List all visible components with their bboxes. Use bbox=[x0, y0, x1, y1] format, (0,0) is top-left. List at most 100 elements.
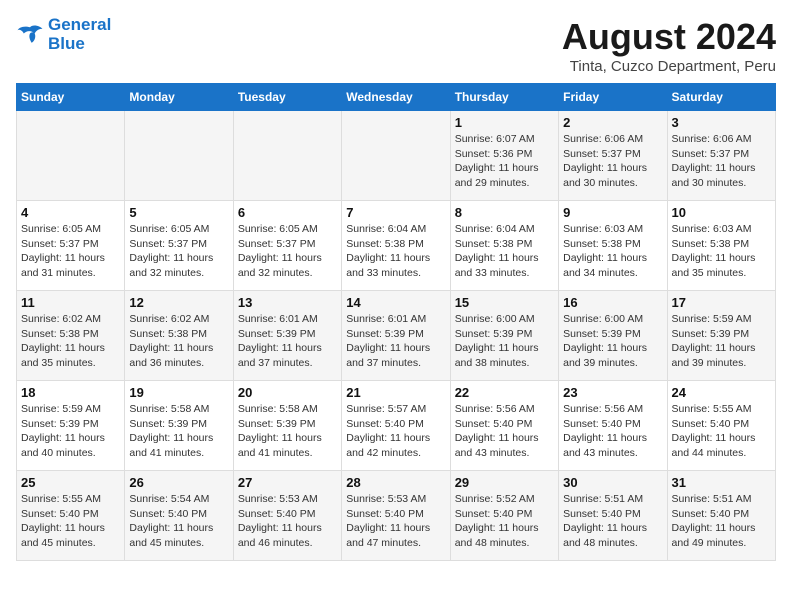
calendar-cell bbox=[342, 111, 450, 201]
calendar-cell: 9 Sunrise: 6:03 AM Sunset: 5:38 PM Daylig… bbox=[559, 201, 667, 291]
day-number: 2 bbox=[563, 115, 662, 130]
day-number: 7 bbox=[346, 205, 445, 220]
week-row-1: 1 Sunrise: 6:07 AM Sunset: 5:36 PM Daylig… bbox=[17, 111, 776, 201]
day-info: Sunrise: 6:03 AM Sunset: 5:38 PM Dayligh… bbox=[672, 222, 771, 281]
day-info: Sunrise: 6:04 AM Sunset: 5:38 PM Dayligh… bbox=[455, 222, 554, 281]
day-info: Sunrise: 5:58 AM Sunset: 5:39 PM Dayligh… bbox=[238, 402, 337, 461]
day-number: 22 bbox=[455, 385, 554, 400]
day-info: Sunrise: 6:04 AM Sunset: 5:38 PM Dayligh… bbox=[346, 222, 445, 281]
col-header-monday: Monday bbox=[125, 84, 233, 111]
col-header-tuesday: Tuesday bbox=[233, 84, 341, 111]
calendar-cell: 18 Sunrise: 5:59 AM Sunset: 5:39 PM Dayli… bbox=[17, 381, 125, 471]
day-info: Sunrise: 6:05 AM Sunset: 5:37 PM Dayligh… bbox=[238, 222, 337, 281]
day-info: Sunrise: 5:53 AM Sunset: 5:40 PM Dayligh… bbox=[238, 492, 337, 551]
day-number: 30 bbox=[563, 475, 662, 490]
calendar-cell: 12Sunrise: 6:02 AM Sunset: 5:38 PM Dayli… bbox=[125, 291, 233, 381]
calendar-cell: 28Sunrise: 5:53 AM Sunset: 5:40 PM Dayli… bbox=[342, 471, 450, 561]
day-number: 21 bbox=[346, 385, 445, 400]
calendar-cell: 11Sunrise: 6:02 AM Sunset: 5:38 PM Dayli… bbox=[17, 291, 125, 381]
day-info: Sunrise: 6:06 AM Sunset: 5:37 PM Dayligh… bbox=[672, 132, 771, 191]
calendar-cell: 1 Sunrise: 6:07 AM Sunset: 5:36 PM Daylig… bbox=[450, 111, 558, 201]
sub-title: Tinta, Cuzco Department, Peru bbox=[562, 58, 776, 75]
col-header-thursday: Thursday bbox=[450, 84, 558, 111]
logo-text: General Blue bbox=[48, 16, 111, 53]
calendar-cell: 15Sunrise: 6:00 AM Sunset: 5:39 PM Dayli… bbox=[450, 291, 558, 381]
day-info: Sunrise: 6:05 AM Sunset: 5:37 PM Dayligh… bbox=[21, 222, 120, 281]
page-header: General Blue August 2024 Tinta, Cuzco De… bbox=[16, 16, 776, 75]
calendar-cell: 13 Sunrise: 6:01 AM Sunset: 5:39 PM Dayli… bbox=[233, 291, 341, 381]
calendar-cell: 2 Sunrise: 6:06 AM Sunset: 5:37 PM Daylig… bbox=[559, 111, 667, 201]
day-info: Sunrise: 5:55 AM Sunset: 5:40 PM Dayligh… bbox=[672, 402, 771, 461]
calendar-cell: 25 Sunrise: 5:55 AM Sunset: 5:40 PM Dayli… bbox=[17, 471, 125, 561]
day-info: Sunrise: 5:55 AM Sunset: 5:40 PM Dayligh… bbox=[21, 492, 120, 551]
calendar-cell: 6 Sunrise: 6:05 AM Sunset: 5:37 PM Daylig… bbox=[233, 201, 341, 291]
day-number: 12 bbox=[129, 295, 228, 310]
col-header-sunday: Sunday bbox=[17, 84, 125, 111]
col-header-saturday: Saturday bbox=[667, 84, 775, 111]
day-number: 14 bbox=[346, 295, 445, 310]
day-number: 8 bbox=[455, 205, 554, 220]
calendar-cell: 14 Sunrise: 6:01 AM Sunset: 5:39 PM Dayli… bbox=[342, 291, 450, 381]
calendar-cell: 23 Sunrise: 5:56 AM Sunset: 5:40 PM Dayli… bbox=[559, 381, 667, 471]
calendar-cell: 5Sunrise: 6:05 AM Sunset: 5:37 PM Daylig… bbox=[125, 201, 233, 291]
day-info: Sunrise: 5:54 AM Sunset: 5:40 PM Dayligh… bbox=[129, 492, 228, 551]
day-number: 17 bbox=[672, 295, 771, 310]
calendar-table: SundayMondayTuesdayWednesdayThursdayFrid… bbox=[16, 83, 776, 561]
day-number: 15 bbox=[455, 295, 554, 310]
week-row-2: 4 Sunrise: 6:05 AM Sunset: 5:37 PM Daylig… bbox=[17, 201, 776, 291]
calendar-cell: 7 Sunrise: 6:04 AM Sunset: 5:38 PM Daylig… bbox=[342, 201, 450, 291]
day-info: Sunrise: 5:56 AM Sunset: 5:40 PM Dayligh… bbox=[563, 402, 662, 461]
calendar-cell: 19Sunrise: 5:58 AM Sunset: 5:39 PM Dayli… bbox=[125, 381, 233, 471]
col-header-friday: Friday bbox=[559, 84, 667, 111]
calendar-cell bbox=[125, 111, 233, 201]
day-info: Sunrise: 6:03 AM Sunset: 5:38 PM Dayligh… bbox=[563, 222, 662, 281]
week-row-3: 11Sunrise: 6:02 AM Sunset: 5:38 PM Dayli… bbox=[17, 291, 776, 381]
day-number: 18 bbox=[21, 385, 120, 400]
day-info: Sunrise: 5:59 AM Sunset: 5:39 PM Dayligh… bbox=[21, 402, 120, 461]
day-number: 6 bbox=[238, 205, 337, 220]
day-number: 9 bbox=[563, 205, 662, 220]
calendar-cell: 27 Sunrise: 5:53 AM Sunset: 5:40 PM Dayli… bbox=[233, 471, 341, 561]
day-number: 31 bbox=[672, 475, 771, 490]
week-row-4: 18 Sunrise: 5:59 AM Sunset: 5:39 PM Dayli… bbox=[17, 381, 776, 471]
day-number: 25 bbox=[21, 475, 120, 490]
day-number: 27 bbox=[238, 475, 337, 490]
calendar-cell: 8 Sunrise: 6:04 AM Sunset: 5:38 PM Daylig… bbox=[450, 201, 558, 291]
day-info: Sunrise: 6:07 AM Sunset: 5:36 PM Dayligh… bbox=[455, 132, 554, 191]
title-block: August 2024 Tinta, Cuzco Department, Per… bbox=[562, 16, 776, 75]
calendar-cell: 22 Sunrise: 5:56 AM Sunset: 5:40 PM Dayli… bbox=[450, 381, 558, 471]
calendar-cell: 4 Sunrise: 6:05 AM Sunset: 5:37 PM Daylig… bbox=[17, 201, 125, 291]
day-number: 28 bbox=[346, 475, 445, 490]
day-info: Sunrise: 6:01 AM Sunset: 5:39 PM Dayligh… bbox=[346, 312, 445, 371]
calendar-cell: 3 Sunrise: 6:06 AM Sunset: 5:37 PM Daylig… bbox=[667, 111, 775, 201]
day-info: Sunrise: 6:00 AM Sunset: 5:39 PM Dayligh… bbox=[563, 312, 662, 371]
day-number: 23 bbox=[563, 385, 662, 400]
day-number: 4 bbox=[21, 205, 120, 220]
day-info: Sunrise: 5:59 AM Sunset: 5:39 PM Dayligh… bbox=[672, 312, 771, 371]
day-number: 29 bbox=[455, 475, 554, 490]
col-header-wednesday: Wednesday bbox=[342, 84, 450, 111]
calendar-cell bbox=[233, 111, 341, 201]
calendar-cell: 10 Sunrise: 6:03 AM Sunset: 5:38 PM Dayli… bbox=[667, 201, 775, 291]
day-info: Sunrise: 5:52 AM Sunset: 5:40 PM Dayligh… bbox=[455, 492, 554, 551]
calendar-cell: 17 Sunrise: 5:59 AM Sunset: 5:39 PM Dayli… bbox=[667, 291, 775, 381]
day-info: Sunrise: 5:56 AM Sunset: 5:40 PM Dayligh… bbox=[455, 402, 554, 461]
day-number: 1 bbox=[455, 115, 554, 130]
day-info: Sunrise: 6:06 AM Sunset: 5:37 PM Dayligh… bbox=[563, 132, 662, 191]
day-number: 20 bbox=[238, 385, 337, 400]
day-info: Sunrise: 6:01 AM Sunset: 5:39 PM Dayligh… bbox=[238, 312, 337, 371]
calendar-cell: 31Sunrise: 5:51 AM Sunset: 5:40 PM Dayli… bbox=[667, 471, 775, 561]
calendar-cell: 30Sunrise: 5:51 AM Sunset: 5:40 PM Dayli… bbox=[559, 471, 667, 561]
day-info: Sunrise: 5:58 AM Sunset: 5:39 PM Dayligh… bbox=[129, 402, 228, 461]
day-number: 26 bbox=[129, 475, 228, 490]
calendar-cell: 21Sunrise: 5:57 AM Sunset: 5:40 PM Dayli… bbox=[342, 381, 450, 471]
calendar-cell: 24 Sunrise: 5:55 AM Sunset: 5:40 PM Dayli… bbox=[667, 381, 775, 471]
day-number: 3 bbox=[672, 115, 771, 130]
calendar-cell: 16Sunrise: 6:00 AM Sunset: 5:39 PM Dayli… bbox=[559, 291, 667, 381]
logo: General Blue bbox=[16, 16, 111, 53]
day-info: Sunrise: 6:05 AM Sunset: 5:37 PM Dayligh… bbox=[129, 222, 228, 281]
day-number: 10 bbox=[672, 205, 771, 220]
day-number: 24 bbox=[672, 385, 771, 400]
day-number: 13 bbox=[238, 295, 337, 310]
week-row-5: 25 Sunrise: 5:55 AM Sunset: 5:40 PM Dayli… bbox=[17, 471, 776, 561]
